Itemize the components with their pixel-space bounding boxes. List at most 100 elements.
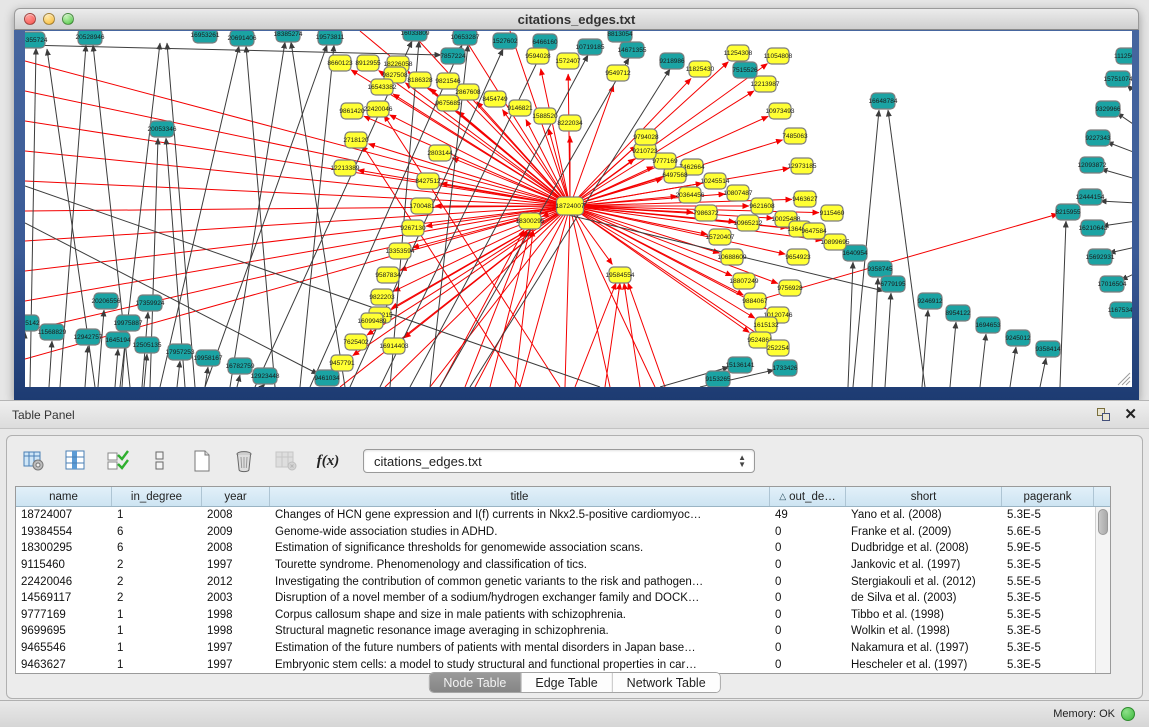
table-cell[interactable]: Stergiakouli et al. (2012)	[846, 576, 1002, 588]
graph-edge[interactable]	[605, 283, 620, 387]
graph-edge[interactable]	[300, 45, 334, 387]
float-panel-icon[interactable]	[1097, 408, 1110, 421]
canvas-resize-grip[interactable]	[1118, 373, 1130, 385]
table-cell[interactable]: Disruption of a novel member of a sodium…	[270, 592, 770, 604]
table-cell[interactable]: 0	[770, 642, 846, 654]
table-row[interactable]: 911546021997Tourette syndrome. Phenomeno…	[16, 557, 1110, 574]
graph-edge[interactable]	[570, 91, 754, 206]
table-cell[interactable]: 2	[112, 592, 202, 604]
graph-edge[interactable]	[848, 262, 853, 387]
table-cell[interactable]: Embryonic stem cells: a model to study s…	[270, 659, 770, 671]
graph-edge[interactable]	[25, 206, 570, 271]
graph-edge[interactable]	[291, 42, 345, 387]
graph-edge[interactable]	[49, 341, 52, 387]
graph-edge[interactable]	[230, 42, 285, 387]
table-cell[interactable]: 2003	[202, 592, 270, 604]
graph-edge[interactable]	[570, 85, 614, 206]
citation-network-graph[interactable]: 1435572420528946169532612069140618385274…	[25, 31, 1132, 387]
table-cell[interactable]: 18300295	[16, 542, 112, 554]
table-cell[interactable]: 1	[112, 659, 202, 671]
column-header-short[interactable]: short	[846, 487, 1002, 506]
table-row[interactable]: 1938455462009Genome-wide association stu…	[16, 524, 1110, 541]
table-cell[interactable]: 9115460	[16, 559, 112, 571]
graph-edge[interactable]	[1107, 142, 1132, 153]
graph-edge[interactable]	[30, 48, 36, 387]
table-cell[interactable]: 5.3E-5	[1002, 625, 1094, 637]
table-cell[interactable]: 1	[112, 509, 202, 521]
graph-edge[interactable]	[1100, 201, 1132, 203]
table-cell[interactable]: 9699695	[16, 625, 112, 637]
table-settings-icon[interactable]	[21, 448, 47, 474]
table-row[interactable]: 946554611997Estimation of the future num…	[16, 640, 1110, 657]
table-cell[interactable]: 2008	[202, 542, 270, 554]
table-cell[interactable]: Estimation of significance thresholds fo…	[270, 542, 770, 554]
graph-edge[interactable]	[85, 346, 88, 387]
scrollbar-thumb[interactable]	[1098, 509, 1108, 535]
table-cell[interactable]: Hescheler et al. (1997)	[846, 659, 1002, 671]
table-cell[interactable]: Dudbridge et al. (2008)	[846, 542, 1002, 554]
graph-edge[interactable]	[25, 151, 570, 206]
table-cell[interactable]: 0	[770, 609, 846, 621]
zoom-window-icon[interactable]	[62, 13, 74, 25]
table-cell[interactable]: 9777169	[16, 609, 112, 621]
graph-edge[interactable]	[950, 322, 956, 387]
table-cell[interactable]: Jankovic et al. (1997)	[846, 559, 1002, 571]
graph-edge[interactable]	[624, 283, 640, 387]
tab-network-table[interactable]: Network Table	[613, 673, 720, 692]
graph-edge[interactable]	[922, 310, 928, 387]
table-cell[interactable]: 2	[112, 576, 202, 588]
graph-edge[interactable]	[350, 49, 503, 387]
table-cell[interactable]: 2009	[202, 526, 270, 538]
table-cell[interactable]: 18724007	[16, 509, 112, 521]
graph-edge[interactable]	[872, 278, 878, 387]
function-builder-icon[interactable]: f(x)	[315, 448, 341, 474]
table-cell[interactable]: 2012	[202, 576, 270, 588]
close-window-icon[interactable]	[24, 13, 36, 25]
new-table-icon[interactable]	[189, 448, 215, 474]
table-row[interactable]: 2242004622012Investigating the contribut…	[16, 573, 1110, 590]
graph-edge[interactable]	[526, 120, 570, 206]
table-cell[interactable]: 5.3E-5	[1002, 659, 1094, 671]
table-row[interactable]: 1872400712008Changes of HCN gene express…	[16, 507, 1110, 524]
graph-edge[interactable]	[575, 283, 616, 387]
table-cell[interactable]: 2008	[202, 509, 270, 521]
table-cell[interactable]: 2	[112, 559, 202, 571]
table-cell[interactable]: Tibbo et al. (1998)	[846, 609, 1002, 621]
table-cell[interactable]: 9463627	[16, 659, 112, 671]
graph-edge[interactable]	[246, 46, 275, 387]
graph-edge[interactable]	[98, 310, 104, 387]
graph-edge[interactable]	[1010, 347, 1016, 387]
table-cell[interactable]: 1	[112, 625, 202, 637]
table-source-dropdown[interactable]: citations_edges.txt ▲▼	[363, 449, 755, 473]
tab-edge-table[interactable]: Edge Table	[521, 673, 612, 692]
graph-edge[interactable]	[628, 283, 665, 387]
table-cell[interactable]: 0	[770, 625, 846, 637]
table-cell[interactable]: 5.3E-5	[1002, 642, 1094, 654]
column-header-year[interactable]: year	[202, 487, 270, 506]
graph-edge[interactable]	[1040, 358, 1046, 387]
table-row[interactable]: 977716911998Corpus callosum shape and si…	[16, 607, 1110, 624]
graph-edge[interactable]	[1109, 247, 1132, 253]
graph-edge[interactable]	[565, 206, 570, 387]
table-cell[interactable]: 19384554	[16, 526, 112, 538]
table-cell[interactable]: Nakamura et al. (1997)	[846, 642, 1002, 654]
select-columns-icon[interactable]	[105, 448, 131, 474]
table-cell[interactable]: 0	[770, 576, 846, 588]
table-row[interactable]: 946362711997Embryonic stem cells: a mode…	[16, 656, 1110, 673]
graph-edge[interactable]	[885, 293, 891, 387]
close-panel-icon[interactable]: ✕	[1124, 408, 1137, 421]
table-cell[interactable]: Genome-wide association studies in ADHD.	[270, 526, 770, 538]
table-cell[interactable]: 1998	[202, 625, 270, 637]
graph-edge[interactable]	[1060, 221, 1066, 387]
minimize-window-icon[interactable]	[43, 13, 55, 25]
graph-edge[interactable]	[980, 334, 986, 387]
tab-node-table[interactable]: Node Table	[429, 673, 521, 692]
table-cell[interactable]: 22420046	[16, 576, 112, 588]
graph-edge[interactable]	[1101, 169, 1132, 179]
table-cell[interactable]: 1997	[202, 642, 270, 654]
graph-edge[interactable]	[115, 349, 118, 387]
table-cell[interactable]: 6	[112, 526, 202, 538]
table-cell[interactable]: 0	[770, 526, 846, 538]
graph-edge[interactable]	[237, 375, 240, 387]
table-cell[interactable]: 5.3E-5	[1002, 559, 1094, 571]
